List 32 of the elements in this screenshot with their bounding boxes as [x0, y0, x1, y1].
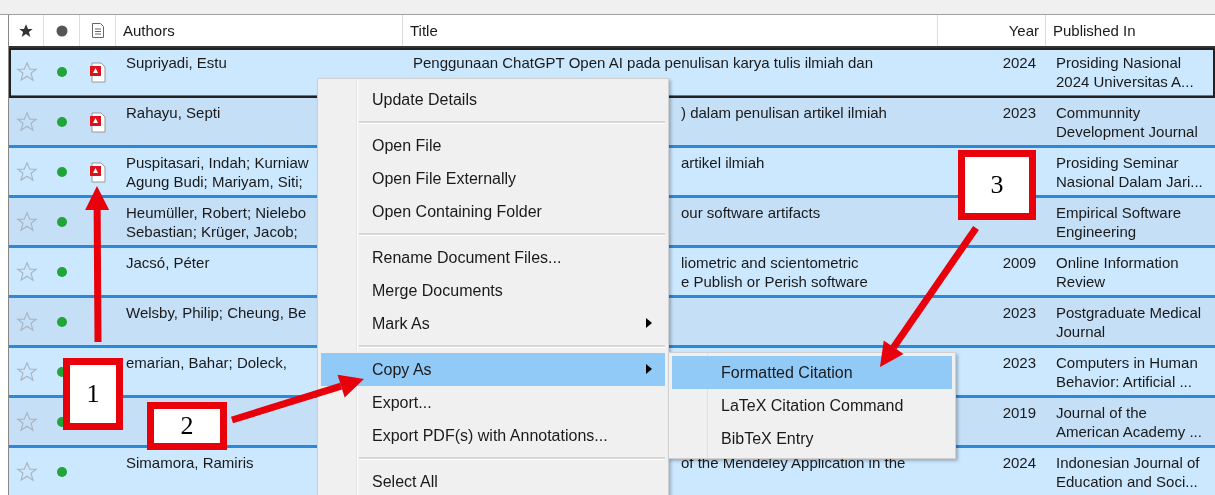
published-in-cell: Online Information Review: [1056, 254, 1179, 290]
title-cell: our software artifacts: [681, 204, 821, 221]
title-cell: Penggunaan ChatGPT Open AI pada penulisan karya tulis ilmiah dan: [413, 54, 874, 71]
authors-cell: Welsby, Philip; Cheung, Be: [126, 304, 307, 321]
authors-cell: Heumüller, Robert; Nielebo Sebastian; Krüger, Jacob;: [126, 204, 307, 240]
numbered-callout: 2: [147, 402, 227, 450]
year-cell: 2009: [1002, 254, 1036, 271]
title-cell: ) dalam penulisan artikel ilmiah: [681, 104, 887, 121]
published-in-cell: Indonesian Journal of Education and Soci...: [1056, 454, 1200, 490]
published-in-cell: Prosiding Seminar Nasional Dalam Jari...: [1056, 154, 1203, 190]
authors-cell: Puspitasari, Indah; Kurniaw Agung Budi; Mariyam, Siti;: [126, 154, 309, 190]
authors-cell: Jacsó, Péter: [126, 254, 210, 271]
authors-cell: Supriyadi, Estu: [126, 54, 227, 71]
published-in-cell: Journal of the American Academy ...: [1056, 404, 1202, 440]
year-cell: 2024: [1002, 454, 1036, 471]
title-cell: liometric and scientometric e Publish or Perish software: [681, 254, 868, 290]
year-cell: 2024: [1002, 54, 1036, 71]
authors-cell: Rahayu, Septi: [126, 104, 221, 121]
numbered-callout: 3: [958, 150, 1036, 220]
published-in-cell: Empirical Software Engineering: [1056, 204, 1182, 240]
published-in-cell: Communnity Development Journal: [1056, 104, 1198, 140]
year-cell: 2023: [1002, 304, 1036, 321]
authors-cell: emarian, Bahar; Doleck,: [126, 354, 287, 371]
numbered-callout: 1: [63, 358, 123, 430]
year-cell: 2023: [1002, 354, 1036, 371]
title-cell: artikel ilmiah: [681, 154, 765, 171]
year-cell: 2023: [1002, 104, 1036, 121]
published-in-cell: Prosiding Nasional 2024 Universitas A...: [1056, 54, 1194, 90]
published-in-cell: Computers in Human Behavior: Artificial ...: [1056, 354, 1198, 390]
published-in-cell: Postgraduate Medical Journal: [1056, 304, 1202, 340]
authors-cell: Simamora, Ramiris: [126, 454, 254, 471]
year-cell: 2019: [1002, 404, 1036, 421]
